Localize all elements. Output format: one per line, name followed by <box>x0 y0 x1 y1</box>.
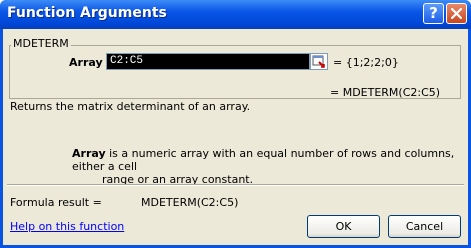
ok-button[interactable]: OK <box>307 215 380 238</box>
formula-preview: = MDETERM(C2:C5) <box>330 86 441 99</box>
help-title-button[interactable]: ? <box>423 3 444 24</box>
array-input[interactable]: C2:C5 <box>106 53 310 70</box>
separator <box>7 184 464 186</box>
cancel-button[interactable]: Cancel <box>388 215 461 238</box>
close-icon <box>451 8 462 19</box>
title-bar[interactable]: Function Arguments ? <box>0 0 471 29</box>
function-description: Returns the matrix determinant of an arr… <box>10 100 251 113</box>
collapse-dialog-button[interactable] <box>310 53 328 70</box>
question-mark-icon: ? <box>429 4 438 22</box>
argument-help-text: is a numeric array with an equal number … <box>72 147 455 173</box>
formula-result-value: MDETERM(C2:C5) <box>141 196 239 209</box>
array-evaluated-value: = {1;2;2;0} <box>333 56 399 69</box>
dialog-title: Function Arguments <box>7 5 167 21</box>
function-name: MDETERM <box>11 37 71 50</box>
dialog-body: MDETERM Array C2:C5 = {1;2;2;0} = MDETER… <box>3 29 468 245</box>
range-select-icon <box>312 55 325 68</box>
formula-result-label: Formula result = <box>10 196 102 209</box>
argument-description: Array is a numeric array with an equal n… <box>72 147 457 186</box>
argument-name: Array <box>72 147 106 160</box>
array-label: Array <box>69 56 103 69</box>
function-arguments-dialog: Function Arguments ? MDETERM Array C2:C5… <box>0 0 471 248</box>
close-button[interactable] <box>446 3 467 24</box>
help-on-function-link[interactable]: Help on this function <box>10 220 124 233</box>
